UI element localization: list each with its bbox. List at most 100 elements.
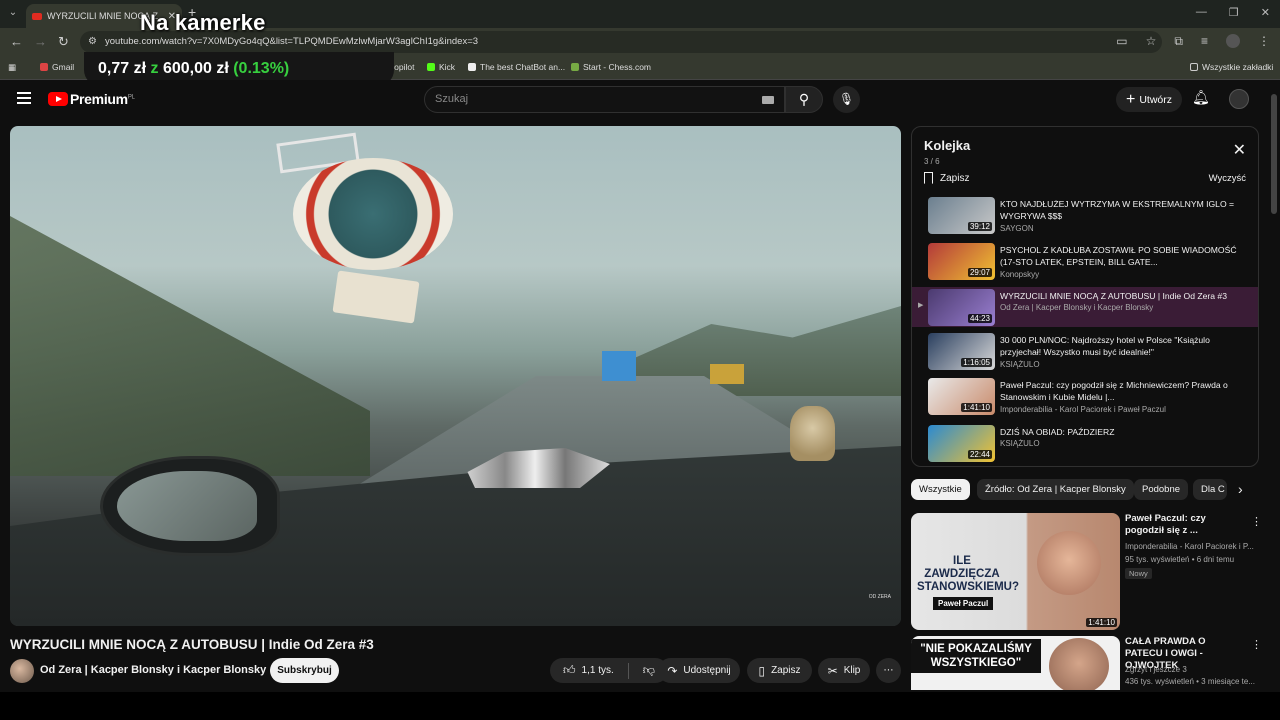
chevron-right-icon[interactable]: › <box>1238 481 1243 497</box>
more-vert-icon[interactable]: ⋮ <box>1251 515 1262 528</box>
video-duration: 22:44 <box>967 450 992 459</box>
recommended-stats: 436 tys. wyświetleń • 3 miesiące te... <box>1125 677 1255 686</box>
bookmark-chatbot[interactable]: The best ChatBot an... <box>468 62 565 72</box>
chip-source[interactable]: Źródło: Od Zera | Kacper Blonsky <box>977 479 1134 500</box>
more-actions-button[interactable]: ⋯ <box>876 658 901 683</box>
extensions-icon[interactable]: ⧉ <box>1174 34 1183 49</box>
channel-avatar[interactable] <box>10 659 34 683</box>
hamburger-menu-icon[interactable] <box>17 92 31 107</box>
queue-item[interactable]: 1:16:05 30 000 PLN/NOC: Najdroższy hotel … <box>912 331 1258 371</box>
youtube-premium-logo[interactable]: PremiumPL <box>70 91 135 107</box>
queue-item-channel: SAYGON <box>1000 224 1034 233</box>
queue-item[interactable]: 39:12 KTO NAJDŁUŻEJ WYTRZYMA W EKSTREMALN… <box>912 195 1258 235</box>
video-duration: 1:41:10 <box>961 403 992 412</box>
queue-item[interactable]: 1:41:10 Paweł Paczul: czy pogodził się z … <box>912 376 1258 416</box>
voice-search-button[interactable]: 🎙 <box>833 86 860 113</box>
page-scrollbar[interactable] <box>1268 80 1280 692</box>
keyboard-icon[interactable] <box>762 96 774 104</box>
chip-for-you[interactable]: Dla C <box>1193 479 1227 500</box>
more-vert-icon[interactable]: ⋮ <box>1251 638 1262 651</box>
queue-clear-button[interactable]: Wyczyść <box>1209 173 1246 184</box>
clip-button[interactable]: ✂ Klip <box>818 658 870 683</box>
queue-item[interactable]: 22:44 DZIŚ NA OBIAD: PAŹDZIERZ KSIĄŻULO <box>912 423 1258 463</box>
youtube-header: PremiumPL Szukaj ⚲ 🎙 + Utwórz 🔔︎ <box>0 80 1266 120</box>
menu-dots-icon[interactable]: ⋮ <box>1258 34 1270 49</box>
queue-save-button[interactable]: Zapisz <box>924 172 969 184</box>
video-scene-sticker <box>293 158 453 270</box>
chip-similar[interactable]: Podobne <box>1134 479 1189 500</box>
video-player[interactable]: OD ZERA <box>10 126 901 626</box>
dislike-icon[interactable]: 👎︎ <box>643 663 655 678</box>
kick-icon <box>427 63 435 71</box>
queue-panel: Kolejka 3 / 6 ✕ Zapisz Wyczyść 39:12 KTO … <box>911 126 1259 467</box>
site-info-icon[interactable]: ⚙ <box>88 36 97 47</box>
bookmark-star-icon[interactable]: ☆ <box>1146 34 1157 49</box>
notifications-bell-icon[interactable]: 🔔︎ <box>1192 89 1210 106</box>
queue-thumbnail[interactable]: 39:12 <box>928 197 995 234</box>
reload-icon[interactable]: ↻ <box>58 34 69 50</box>
apps-grid-icon[interactable]: ▦ <box>8 62 16 73</box>
channel-name[interactable]: Od Zera | Kacper Blonsky i Kacper Blonsk… <box>40 664 280 676</box>
maximize-icon[interactable]: ❐ <box>1229 6 1239 19</box>
recommended-thumbnail[interactable]: "NIE POKAZALIŚMY WSZYSTKIEGO" <box>911 636 1120 690</box>
queue-item-channel: Imponderabilia - Karol Paciorek i Paweł … <box>1000 405 1166 414</box>
thumbnail-face <box>1037 531 1101 595</box>
youtube-logo-icon[interactable] <box>48 92 68 106</box>
recommended-channel[interactable]: Zgrzyt i jeszcze 3 <box>1125 665 1257 674</box>
like-count[interactable]: 1,1 tys. <box>582 665 614 676</box>
video-duration: 44:23 <box>967 314 992 323</box>
bookmark-gmail[interactable]: Gmail <box>40 62 74 72</box>
bookmark-chess[interactable]: Start - Chess.com <box>571 62 651 72</box>
queue-thumbnail[interactable]: 44:23 <box>928 289 995 326</box>
queue-thumbnail[interactable]: 1:41:10 <box>928 378 995 415</box>
back-icon[interactable]: ← <box>10 34 23 49</box>
like-icon[interactable]: 👍︎ <box>563 663 576 678</box>
minimize-icon[interactable]: — <box>1196 6 1207 19</box>
gmail-icon <box>40 63 48 71</box>
queue-item[interactable]: 29:07 PSYCHOL Z KADŁUBA ZOSTAWIŁ PO SOBIE… <box>912 241 1258 281</box>
video-scene-truck <box>710 364 744 384</box>
queue-title: Kolejka <box>924 138 971 153</box>
video-scene-bus <box>602 351 636 381</box>
media-icon[interactable]: ≡ <box>1201 34 1208 49</box>
chip-all[interactable]: Wszystkie <box>911 479 970 500</box>
bookmark-icon <box>924 172 933 184</box>
more-dots-icon: ⋯ <box>883 665 894 676</box>
like-dislike-group: 👍︎ 1,1 tys. 👎︎ <box>550 658 668 683</box>
close-window-icon[interactable]: ✕ <box>1261 6 1270 19</box>
recommended-item[interactable]: ILE ZAWDZIĘCZA STANOWSKIEMU? Paweł Paczu… <box>911 513 1266 631</box>
forward-icon[interactable]: → <box>34 34 47 49</box>
scrollbar-thumb[interactable] <box>1271 94 1277 214</box>
search-icon: ⚲ <box>798 91 810 107</box>
all-bookmarks[interactable]: Wszystkie zakładki <box>1190 62 1273 72</box>
recommended-stats: 95 tys. wyświetleń • 6 dni temu <box>1125 555 1235 564</box>
share-button[interactable]: ↷ Udostępnij <box>658 658 740 683</box>
profile-avatar-icon[interactable] <box>1226 34 1240 48</box>
queue-item[interactable]: ▶ 44:23 WYRZUCILI MNIE NOCĄ Z AUTOBUSU | I… <box>912 287 1258 327</box>
recommended-channel[interactable]: Imponderabilia - Karol Paciorek i P... <box>1125 542 1257 551</box>
account-avatar[interactable] <box>1229 89 1249 109</box>
window-controls: — ❐ ✕ <box>1196 6 1270 19</box>
tab-search-icon[interactable]: ⌄ <box>6 7 20 21</box>
create-button[interactable]: + Utwórz <box>1116 87 1182 112</box>
search-button[interactable]: ⚲ <box>785 86 823 113</box>
scissors-icon: ✂ <box>827 663 838 678</box>
close-queue-icon[interactable]: ✕ <box>1233 140 1246 160</box>
cast-icon[interactable]: ▭ <box>1116 34 1127 49</box>
video-scene-hills <box>10 216 370 476</box>
queue-thumbnail[interactable]: 1:16:05 <box>928 333 995 370</box>
queue-item-channel: Od Zera | Kacper Blonsky i Kacper Blonsk… <box>1000 303 1154 312</box>
save-button[interactable]: ▯ Zapisz <box>747 658 812 683</box>
queue-thumbnail[interactable]: 29:07 <box>928 243 995 280</box>
price-percent: (0.13%) <box>233 60 290 77</box>
queue-item-title: Paweł Paczul: czy pogodził się z Michnie… <box>1000 380 1228 402</box>
video-duration: 1:16:05 <box>961 358 992 367</box>
search-input[interactable]: Szukaj <box>424 86 785 113</box>
recommended-item[interactable]: "NIE POKAZALIŚMY WSZYSTKIEGO" CAŁA PRAWD… <box>911 636 1266 690</box>
queue-thumbnail[interactable]: 22:44 <box>928 425 995 462</box>
subscribe-button[interactable]: Subskrybuj <box>270 658 339 683</box>
queue-item-title: PSYCHOL Z KADŁUBA ZOSTAWIŁ PO SOBIE WIAD… <box>1000 245 1237 267</box>
bookmark-kick[interactable]: Kick <box>427 62 455 72</box>
recommended-thumbnail[interactable]: ILE ZAWDZIĘCZA STANOWSKIEMU? Paweł Paczu… <box>911 513 1120 630</box>
recommended-title[interactable]: Paweł Paczul: czy pogodził się z ... <box>1125 513 1245 537</box>
